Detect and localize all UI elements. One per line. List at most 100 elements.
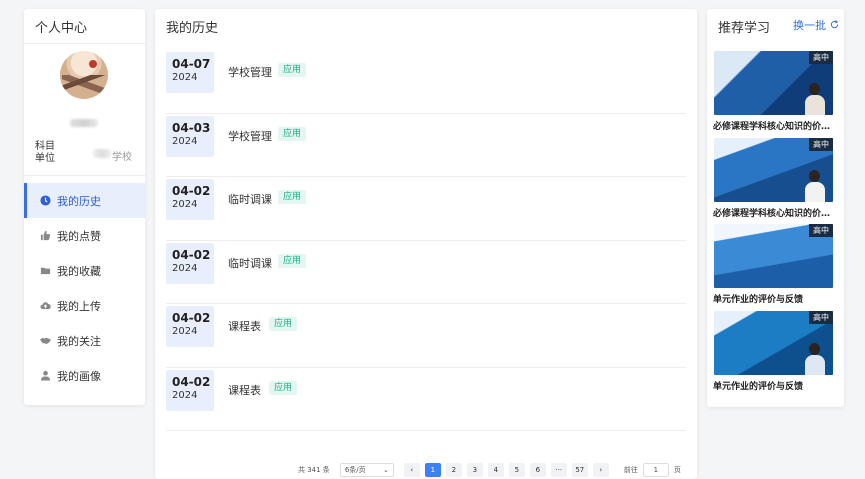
recommend-item-title[interactable]: 必修课程学科核心知识的价值... — [713, 206, 833, 219]
history-title: 我的历史 — [166, 21, 219, 36]
page-button-6[interactable]: 6 — [529, 463, 546, 477]
profile-menu: 我的历史 我的点赞 我的收藏 我的上传 我的关注 我的画像 — [24, 183, 145, 393]
pagination-total: 共 341 条 — [298, 466, 330, 474]
recommend-item-title[interactable]: 单元作业的评价与反馈 — [713, 292, 833, 305]
date-box: 04-02 2024 — [166, 179, 214, 220]
thumbs-up-icon — [40, 230, 51, 241]
date-year: 2024 — [172, 262, 198, 274]
recommend-item[interactable]: 高中 单元作业的评价与反馈 — [713, 311, 834, 392]
avatar-sun — [89, 60, 97, 68]
folder-icon — [40, 265, 51, 276]
page-button-1[interactable]: 1 — [424, 463, 441, 477]
history-item-name[interactable]: 临时调课 — [228, 255, 272, 271]
page-button-4[interactable]: 4 — [487, 463, 504, 477]
menu-item-portrait[interactable]: 我的画像 — [24, 358, 145, 393]
history-row[interactable]: 04-02 2024 临时调课 应用 — [166, 241, 686, 304]
goto-page-input[interactable]: 1 — [642, 463, 669, 477]
date-month-day: 04-07 — [172, 57, 211, 71]
goto-prefix: 前往 — [623, 466, 638, 474]
menu-item-label: 我的点赞 — [57, 229, 101, 243]
history-row[interactable]: 04-02 2024 课程表 应用 — [166, 368, 686, 431]
date-year: 2024 — [172, 199, 198, 210]
menu-item-history[interactable]: 我的历史 — [24, 183, 145, 218]
app-tag: 应用 — [278, 190, 307, 204]
recommend-item[interactable]: 高中 单元作业的评价与反馈 — [713, 224, 834, 305]
goto-suffix: 页 — [673, 466, 681, 474]
page-button-57[interactable]: 57 — [571, 463, 588, 477]
profile-card: 个人中心 科目 单位 学校 我的历史 我的点赞 我的收藏 我的上传 我的关注 我… — [24, 9, 145, 405]
history-card: 我的历史 04-07 2024 学校管理 应用 04-03 2024 学校管理 … — [155, 9, 697, 479]
app-tag: 应用 — [278, 63, 307, 77]
app-tag: 应用 — [269, 380, 298, 395]
video-thumbnail[interactable]: 高中 — [714, 311, 833, 375]
history-item-name[interactable]: 临时调课 — [228, 191, 272, 207]
clock-icon — [40, 195, 51, 206]
recommend-title: 推荐学习 — [718, 21, 771, 36]
app-tag: 应用 — [269, 317, 298, 331]
date-box: 04-03 2024 — [166, 115, 214, 157]
menu-item-following[interactable]: 我的关注 — [24, 323, 145, 358]
chevron-down-icon: ⌄ — [382, 466, 389, 474]
date-year: 2024 — [172, 72, 198, 83]
page-size-value: 6条/页 — [344, 466, 366, 474]
avatar-mountain — [62, 75, 106, 93]
pagination: 共 341 条 6条/页 ⌄ ‹ 1 2 3 4 5 6 ··· 57 › 前往… — [298, 462, 681, 478]
history-row[interactable]: 04-02 2024 临时调课 应用 — [166, 177, 686, 241]
video-thumbnail[interactable]: 高中 — [714, 224, 833, 288]
menu-item-label: 我的上传 — [57, 299, 101, 313]
app-tag: 应用 — [278, 253, 307, 268]
history-item-name[interactable]: 学校管理 — [228, 64, 272, 80]
history-row[interactable]: 04-02 2024 课程表 应用 — [166, 304, 686, 368]
blurred-username — [70, 119, 98, 127]
date-year: 2024 — [172, 135, 198, 147]
history-item-name[interactable]: 学校管理 — [228, 128, 272, 144]
next-page-button[interactable]: › — [592, 463, 609, 477]
blurred-school — [93, 149, 111, 158]
refresh-button[interactable]: 换一批 — [793, 17, 839, 33]
recommend-item-title[interactable]: 必修课程学科核心知识的价值... — [713, 119, 833, 132]
unit-value: 学校 — [112, 152, 132, 163]
date-box: 04-02 2024 — [166, 306, 214, 347]
date-year: 2024 — [172, 389, 198, 401]
cloud-upload-icon — [40, 300, 51, 311]
page-button-3[interactable]: 3 — [466, 463, 483, 477]
date-year: 2024 — [172, 326, 198, 337]
goto-page: 前往 1 页 — [624, 463, 681, 477]
menu-item-label: 我的收藏 — [57, 264, 101, 278]
date-month-day: 04-02 — [172, 374, 211, 389]
level-badge: 高中 — [809, 138, 833, 151]
level-badge: 高中 — [809, 311, 833, 324]
date-month-day: 04-02 — [172, 184, 211, 198]
divider — [24, 43, 145, 44]
profile-title: 个人中心 — [35, 21, 88, 36]
avatar[interactable] — [60, 51, 108, 99]
recommend-item-title[interactable]: 单元作业的评价与反馈 — [713, 379, 833, 392]
menu-item-favorites[interactable]: 我的收藏 — [24, 253, 145, 288]
menu-item-likes[interactable]: 我的点赞 — [24, 218, 145, 253]
menu-item-uploads[interactable]: 我的上传 — [24, 288, 145, 323]
date-box: 04-07 2024 — [166, 52, 214, 93]
page-button-2[interactable]: 2 — [445, 463, 462, 477]
date-box: 04-02 2024 — [166, 242, 214, 284]
recommend-item[interactable]: 高中 必修课程学科核心知识的价值... — [713, 51, 834, 132]
app-tag: 应用 — [278, 126, 307, 141]
date-month-day: 04-03 — [172, 120, 211, 135]
recommend-item[interactable]: 高中 必修课程学科核心知识的价值... — [713, 138, 834, 219]
page-size-select[interactable]: 6条/页 ⌄ — [339, 463, 394, 477]
user-icon — [40, 370, 51, 381]
menu-item-label: 我的关注 — [57, 334, 101, 348]
history-item-name[interactable]: 课程表 — [228, 318, 261, 334]
video-thumbnail[interactable]: 高中 — [714, 138, 833, 202]
history-list: 04-07 2024 学校管理 应用 04-03 2024 学校管理 应用 04… — [166, 50, 686, 431]
level-badge: 高中 — [809, 51, 833, 64]
refresh-label: 换一批 — [793, 19, 826, 32]
prev-page-button[interactable]: ‹ — [403, 463, 420, 477]
divider — [24, 175, 145, 176]
history-row[interactable]: 04-03 2024 学校管理 应用 — [166, 114, 686, 177]
page-ellipsis[interactable]: ··· — [550, 463, 567, 477]
history-row[interactable]: 04-07 2024 学校管理 应用 — [166, 50, 686, 114]
refresh-icon — [826, 19, 839, 32]
video-thumbnail[interactable]: 高中 — [714, 51, 833, 115]
history-item-name[interactable]: 课程表 — [228, 382, 261, 398]
page-button-5[interactable]: 5 — [508, 463, 525, 477]
